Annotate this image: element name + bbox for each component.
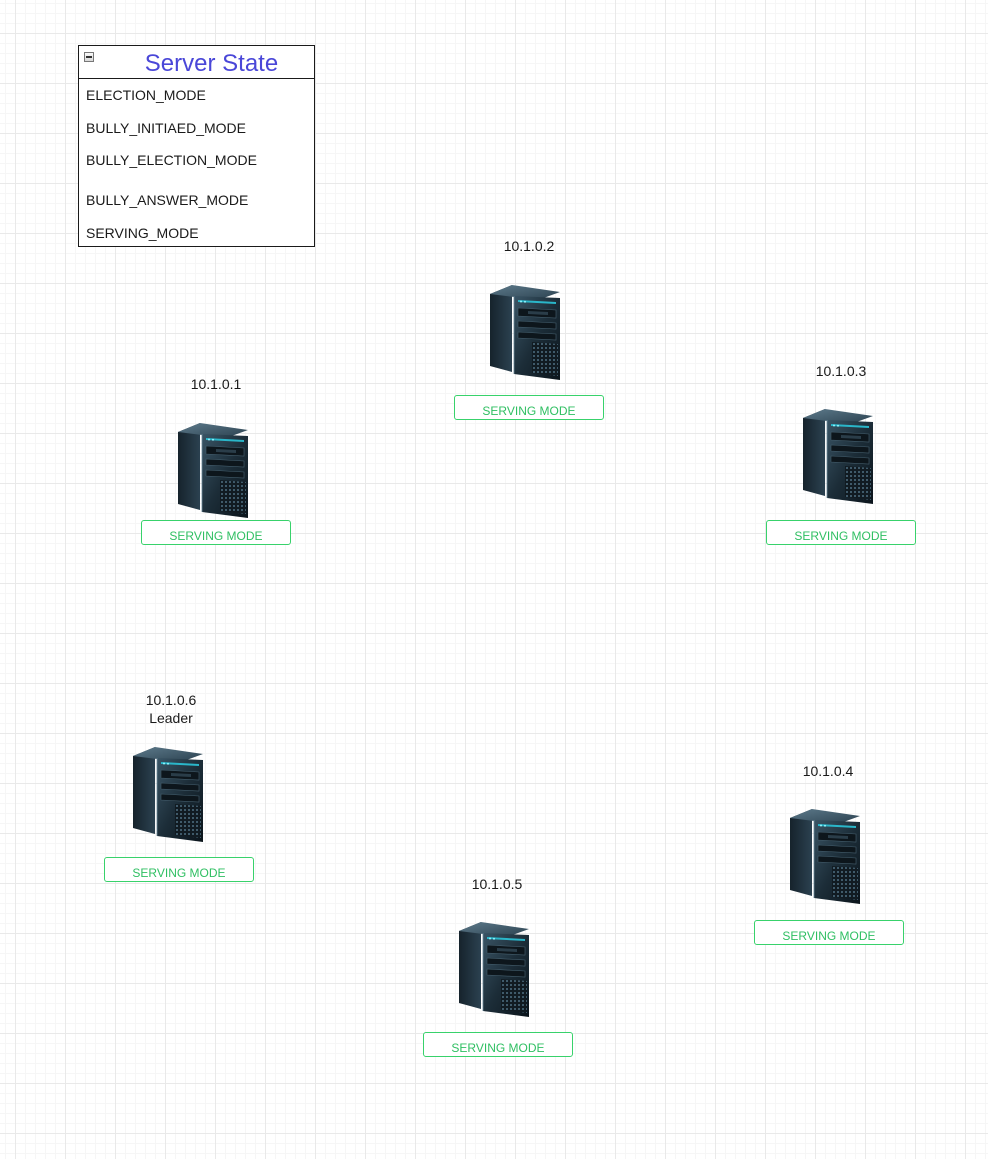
- legend-state-bully-initiated[interactable]: BULLY_INITIAED_MODE: [86, 120, 246, 136]
- node-ip-label: 10.1.0.6: [145, 692, 197, 708]
- legend-state-election[interactable]: ELECTION_MODE: [86, 87, 206, 103]
- server-tower-icon[interactable]: [801, 406, 881, 508]
- node-status-badge[interactable]: SERVING MODE: [141, 520, 291, 545]
- node-ip-label: 10.1.0.4: [802, 763, 854, 779]
- node-status-badge[interactable]: SERVING MODE: [754, 920, 904, 945]
- server-tower-icon[interactable]: [488, 282, 568, 384]
- node-ip-label: 10.1.0.2: [503, 238, 555, 254]
- server-tower-icon[interactable]: [176, 420, 256, 522]
- server-state-legend: Server State ELECTION_MODE BULLY_INITIAE…: [78, 45, 315, 247]
- legend-state-serving[interactable]: SERVING_MODE: [86, 225, 199, 241]
- server-tower-icon[interactable]: [131, 744, 211, 846]
- node-status-badge[interactable]: SERVING MODE: [766, 520, 916, 545]
- node-ip-label: 10.1.0.3: [815, 363, 867, 379]
- legend-state-bully-answer[interactable]: BULLY_ANSWER_MODE: [86, 192, 248, 208]
- node-status-badge[interactable]: SERVING MODE: [423, 1032, 573, 1057]
- collapse-minus-icon[interactable]: [84, 52, 94, 62]
- server-tower-icon[interactable]: [788, 806, 868, 908]
- node-status-badge[interactable]: SERVING MODE: [104, 857, 254, 882]
- node-ip-label: 10.1.0.5: [471, 876, 523, 892]
- legend-title: Server State: [144, 50, 279, 77]
- node-status-badge[interactable]: SERVING MODE: [454, 395, 604, 420]
- node-ip-label: 10.1.0.1: [190, 376, 242, 392]
- node-role-label: Leader: [149, 710, 193, 726]
- server-tower-icon[interactable]: [457, 919, 537, 1021]
- legend-header: Server State: [79, 46, 314, 79]
- legend-state-bully-election[interactable]: BULLY_ELECTION_MODE: [86, 152, 257, 168]
